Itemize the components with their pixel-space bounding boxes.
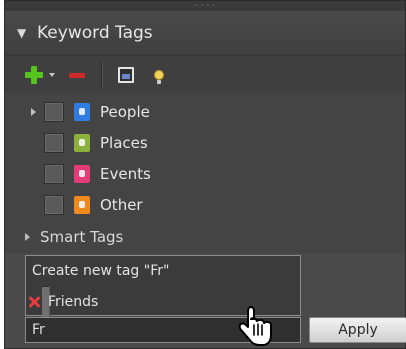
hand-cursor-icon <box>238 306 272 346</box>
keyword-tags-panel: · · · · ▼ Keyword Tags People Places Eve… <box>4 0 406 349</box>
add-tag-dropdown[interactable] <box>43 61 55 89</box>
minus-icon <box>69 72 85 78</box>
lightbulb-icon <box>154 70 164 84</box>
suggestion-label: Friends <box>48 294 99 310</box>
suggest-button[interactable] <box>134 61 164 89</box>
panel-header[interactable]: ▼ Keyword Tags <box>5 11 405 55</box>
tag-label: Events <box>100 165 151 183</box>
smart-tags-label: Smart Tags <box>40 228 124 246</box>
apply-button[interactable]: Apply <box>309 317 406 343</box>
smart-tags-row[interactable]: Smart Tags <box>5 222 405 252</box>
tag-checkbox[interactable] <box>44 164 64 184</box>
delete-tag-button[interactable] <box>55 61 85 89</box>
suggestion-label: Create new tag "Fr" <box>32 263 170 279</box>
people-tag-icon <box>74 103 90 121</box>
tag-label: Places <box>100 134 148 152</box>
other-tag-icon <box>74 196 90 214</box>
tag-checkbox[interactable] <box>44 102 64 122</box>
tags-toolbar <box>5 55 405 95</box>
photo-icon <box>118 67 134 83</box>
places-tag-icon <box>74 134 90 152</box>
plus-icon <box>25 66 43 84</box>
tag-checkbox[interactable] <box>44 133 64 153</box>
collapse-triangle-icon[interactable]: ▼ <box>17 27 27 39</box>
panel-title: Keyword Tags <box>37 23 153 43</box>
apply-button-label: Apply <box>338 322 378 338</box>
tag-row-places[interactable]: Places <box>5 128 405 158</box>
tag-row-other[interactable]: Other <box>5 190 405 220</box>
expand-triangle-icon[interactable] <box>25 233 30 241</box>
add-tag-button[interactable] <box>5 61 43 89</box>
tag-label: People <box>100 103 150 121</box>
tag-label: Other <box>100 196 143 214</box>
suggestion-friends[interactable]: Friends <box>42 286 98 317</box>
tag-photo-button[interactable] <box>102 61 134 89</box>
suggestion-create-tag[interactable]: Create new tag "Fr" <box>26 256 300 286</box>
panel-grip[interactable]: · · · · <box>5 1 405 11</box>
delete-x-icon[interactable] <box>27 295 41 309</box>
expand-triangle-icon[interactable] <box>31 108 36 116</box>
tag-row-people[interactable]: People <box>5 97 405 127</box>
tag-row-events[interactable]: Events <box>5 159 405 189</box>
tag-checkbox[interactable] <box>44 195 64 215</box>
events-tag-icon <box>74 165 90 183</box>
